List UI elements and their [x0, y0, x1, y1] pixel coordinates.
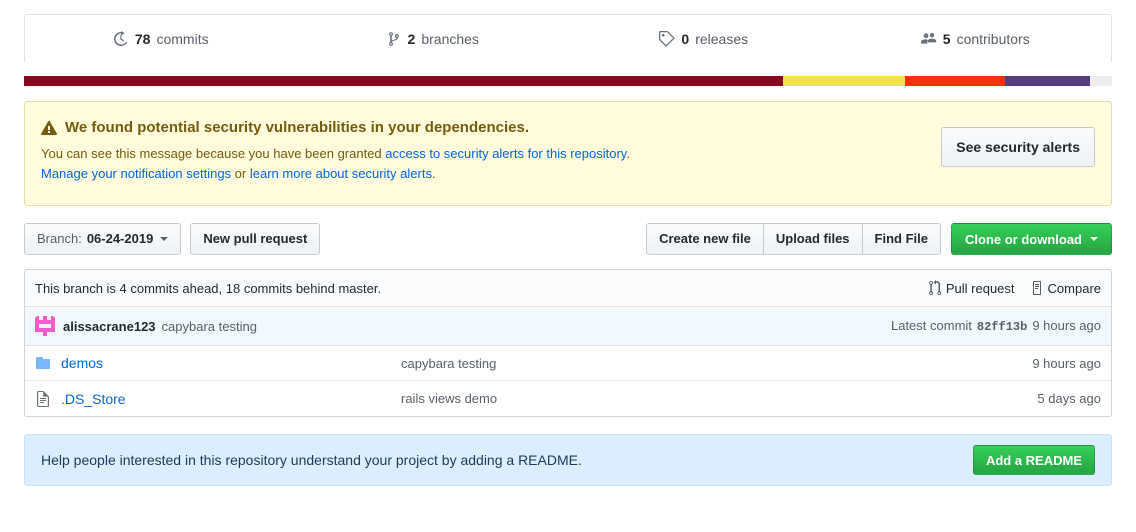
file-action-button-group: Create new file Upload files Find File [646, 223, 941, 255]
git-pull-request-icon [928, 280, 941, 296]
security-alert-body-or: or [231, 166, 250, 181]
branch-actions: Pull request Compare [928, 280, 1101, 296]
lang-segment-2 [783, 76, 906, 86]
compare-label: Compare [1047, 280, 1101, 296]
commit-age: 9 hours ago [1032, 318, 1101, 333]
releases-link[interactable]: 0 releases [659, 30, 749, 47]
lang-segment-other [1090, 76, 1112, 86]
file-navigation-toolbar: Branch: 06-24-2019 New pull request Crea… [24, 222, 1112, 256]
repository-content-box: This branch is 4 commits ahead, 18 commi… [24, 269, 1112, 417]
stat-commits: 78 commits [25, 15, 297, 62]
file-icon [37, 390, 49, 407]
branch-prefix-label: Branch: [37, 231, 82, 246]
identicon-avatar-svg [35, 316, 55, 336]
file-commit-message: rails views demo [401, 391, 498, 406]
file-navigation-actions: Create new file Upload files Find File C… [646, 223, 1112, 255]
learn-more-security-alerts-link[interactable]: learn more about security alerts [250, 166, 432, 181]
contributors-count: 5 [942, 30, 951, 47]
contributors-label: contributors [956, 30, 1030, 47]
stat-branches: 2 branches [297, 15, 569, 62]
file-age: 5 days ago [1037, 391, 1101, 406]
commit-message: capybara testing [161, 318, 257, 334]
add-readme-prompt-text: Help people interested in this repositor… [41, 452, 582, 468]
security-alert-body-after: . [626, 146, 630, 161]
contributors-link[interactable]: 5 contributors [920, 30, 1030, 47]
file-age: 9 hours ago [1032, 355, 1101, 371]
people-icon [920, 32, 936, 44]
repository-page: 78 commits 2 branches 0 releases 5 contr… [0, 14, 1136, 532]
branches-count: 2 [407, 30, 416, 47]
branch-divergence-bar: This branch is 4 commits ahead, 18 commi… [25, 270, 1111, 307]
branch-select-button[interactable]: Branch: 06-24-2019 [24, 223, 182, 255]
folder-icon [36, 357, 50, 369]
git-compare-icon [1032, 281, 1041, 295]
branch-divergence-text: This branch is 4 commits ahead, 18 commi… [35, 280, 382, 296]
latest-commit-row: alissacrane123 capybara testing Latest c… [25, 307, 1111, 346]
create-new-file-button[interactable]: Create new file [646, 223, 763, 255]
commits-count: 78 [134, 30, 151, 47]
security-alert-body-end: . [431, 166, 436, 181]
add-readme-prompt: Help people interested in this repositor… [24, 434, 1112, 486]
pull-request-link[interactable]: Pull request [928, 280, 1015, 296]
security-alert-banner: We found potential security vulnerabilit… [24, 101, 1112, 206]
compare-link[interactable]: Compare [1031, 280, 1101, 296]
clone-or-download-button[interactable]: Clone or download [951, 223, 1112, 255]
current-branch-name: 06-24-2019 [86, 231, 154, 246]
file-name-link[interactable]: .DS_Store [61, 391, 401, 407]
commits-label: commits [156, 30, 209, 47]
latest-commit-meta: Latest commit 82ff13b 9 hours ago [891, 318, 1101, 334]
chevron-down-icon [160, 237, 169, 241]
file-commit-message: capybara testing [401, 355, 497, 371]
tag-icon [659, 30, 676, 47]
stat-contributors: 5 contributors [840, 15, 1112, 62]
history-icon [113, 30, 128, 46]
latest-commit-label: Latest commit [890, 318, 972, 333]
repository-language-bar [24, 76, 1112, 86]
upload-files-button[interactable]: Upload files [762, 223, 862, 255]
releases-label: releases [695, 30, 749, 47]
security-alert-body-prefix: You can see this message because you hav… [41, 146, 386, 161]
commits-link[interactable]: 78 commits [113, 30, 209, 47]
lang-segment-1 [24, 76, 784, 86]
lang-segment-3 [905, 76, 1006, 86]
commit-sha[interactable]: 82ff13b [977, 320, 1027, 334]
identicon-avatar [35, 316, 55, 336]
security-alert-title: We found potential security vulnerabilit… [65, 119, 529, 136]
manage-notification-settings-link[interactable]: Manage your notification settings [41, 166, 231, 181]
alert-icon [41, 120, 57, 135]
branches-link[interactable]: 2 branches [386, 31, 479, 47]
stat-releases: 0 releases [568, 15, 840, 62]
pull-request-label: Pull request [945, 280, 1015, 296]
find-file-button[interactable]: Find File [861, 223, 941, 255]
see-security-alerts-button[interactable]: See security alerts [941, 127, 1095, 167]
security-alert-title-row: We found potential security vulnerabilit… [41, 118, 1095, 138]
new-pull-request-button[interactable]: New pull request [190, 223, 321, 255]
security-alert-body: You can see this message because you hav… [41, 144, 921, 184]
branch-icon [388, 31, 399, 46]
releases-count: 0 [681, 30, 690, 47]
commit-author-link[interactable]: alissacrane123 [63, 319, 156, 334]
add-readme-button[interactable]: Add a README [972, 445, 1095, 475]
lang-segment-4 [1005, 76, 1091, 86]
branches-label: branches [421, 30, 479, 47]
access-security-alerts-link[interactable]: access to security alerts for this repos… [385, 146, 626, 161]
chevron-down-icon [1090, 237, 1098, 241]
table-row[interactable]: demos capybara testing 9 hours ago [25, 346, 1111, 381]
file-name-link[interactable]: demos [61, 355, 401, 371]
repo-stats-bar: 78 commits 2 branches 0 releases 5 contr… [24, 14, 1112, 62]
table-row[interactable]: .DS_Store rails views demo 5 days ago [25, 381, 1111, 416]
clone-or-download-label: Clone or download [965, 231, 1082, 247]
